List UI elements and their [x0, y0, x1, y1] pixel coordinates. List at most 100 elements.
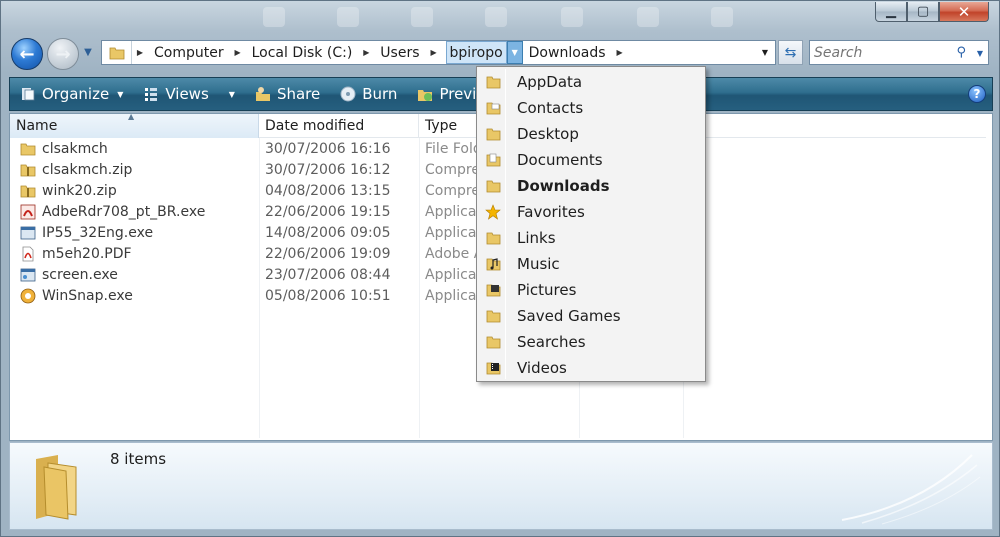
- breadcrumb-separator-icon[interactable]: ▶: [132, 41, 148, 64]
- breadcrumb-computer[interactable]: Computer: [148, 41, 230, 64]
- burn-label: Burn: [362, 85, 398, 103]
- breadcrumb-users[interactable]: Users: [374, 41, 425, 64]
- search-icon[interactable]: ⚲: [956, 45, 966, 60]
- column-header-name-label: Name: [16, 118, 58, 134]
- file-name: WinSnap.exe: [42, 287, 133, 304]
- menu-item-favorites[interactable]: Favorites: [479, 199, 703, 225]
- menu-item-label: Music: [517, 255, 560, 273]
- burn-disc-icon: [340, 86, 356, 102]
- file-date: 04/08/2006 13:15: [265, 182, 391, 199]
- titlebar-background-icons: [251, 5, 771, 31]
- breadcrumb-separator-icon[interactable]: ▶: [612, 41, 628, 64]
- breadcrumb-bpiropo[interactable]: bpiropo: [445, 41, 507, 64]
- caption-buttons: ▁ ▢ ✕: [875, 2, 989, 22]
- folder-icon: [486, 128, 501, 141]
- file-date: 05/08/2006 10:51: [265, 287, 391, 304]
- address-bar[interactable]: ▶ Computer ▶ Local Disk (C:) ▶ Users ▶ b…: [101, 40, 776, 65]
- views-button[interactable]: Views ▼: [133, 78, 245, 110]
- menu-item-label: Videos: [517, 359, 567, 377]
- forward-button[interactable]: →: [47, 38, 79, 70]
- menu-item-label: Links: [517, 229, 556, 247]
- menu-item-label: Saved Games: [517, 307, 621, 325]
- maximize-button[interactable]: ▢: [907, 2, 939, 22]
- item-count: 8 items: [110, 450, 167, 468]
- column-header-name[interactable]: ▲ Name: [10, 112, 259, 138]
- help-button[interactable]: ?: [968, 85, 986, 103]
- address-history-dropdown-icon[interactable]: ▼: [757, 41, 773, 64]
- search-dropdown-icon[interactable]: ▼: [977, 49, 983, 58]
- star-icon: [485, 204, 501, 220]
- share-button[interactable]: Share: [245, 78, 330, 110]
- breadcrumb-separator-icon[interactable]: ▶: [426, 41, 442, 64]
- menu-item-documents[interactable]: Documents: [479, 147, 703, 173]
- menu-item-appdata[interactable]: AppData: [479, 69, 703, 95]
- refresh-button[interactable]: ⇆: [778, 40, 803, 65]
- folder-icon: [486, 232, 501, 245]
- winsnap-icon: [20, 288, 36, 303]
- close-button[interactable]: ✕: [939, 2, 989, 22]
- breadcrumb-downloads[interactable]: Downloads: [523, 41, 612, 64]
- views-label: Views: [165, 85, 209, 103]
- previous-versions-icon: [418, 90, 433, 101]
- menu-item-music[interactable]: Music: [479, 251, 703, 277]
- file-name: screen.exe: [42, 266, 118, 283]
- recent-pages-button[interactable]: ▼: [81, 46, 95, 60]
- pdf-icon: [22, 246, 34, 261]
- decorative-swoosh: [841, 454, 981, 525]
- breadcrumb-dropdown-open-icon[interactable]: ▼: [506, 41, 523, 64]
- zip-folder-icon: [20, 185, 36, 197]
- column-header-tags[interactable]: [683, 114, 986, 138]
- minimize-button[interactable]: ▁: [875, 2, 907, 22]
- folder-icon: [486, 310, 501, 323]
- menu-item-label: Searches: [517, 333, 586, 351]
- folder-icon: [20, 143, 36, 155]
- exe-icon: [20, 226, 36, 239]
- menu-item-label: Favorites: [517, 203, 585, 221]
- menu-item-label: AppData: [517, 73, 583, 91]
- zip-folder-icon: [20, 164, 36, 176]
- folder-icon: [486, 336, 501, 349]
- menu-item-downloads[interactable]: Downloads: [479, 173, 703, 199]
- forward-arrow-icon: →: [55, 43, 71, 65]
- refresh-icon: ⇆: [784, 44, 797, 61]
- share-icon: [255, 87, 270, 101]
- contacts-folder-icon: [486, 102, 501, 115]
- breadcrumb-subfolder-menu: AppData Contacts Desktop Documents Downl…: [476, 66, 706, 382]
- explorer-window: ▁ ▢ ✕ ← → ▼ ▶ Computer ▶ Local Disk (C:)…: [0, 0, 1000, 537]
- column-header-date-modified[interactable]: Date modified: [259, 114, 419, 138]
- file-date: 22/06/2006 19:15: [265, 203, 391, 220]
- organize-button[interactable]: Organize ▼: [10, 78, 133, 110]
- large-folder-icon: [36, 455, 77, 520]
- menu-item-links[interactable]: Links: [479, 225, 703, 251]
- back-button[interactable]: ←: [11, 38, 43, 70]
- menu-item-label: Desktop: [517, 125, 579, 143]
- videos-folder-icon: [486, 362, 501, 375]
- chevron-down-icon: ▼: [228, 89, 235, 99]
- file-date: 22/06/2006 19:09: [265, 245, 391, 262]
- file-name: AdbeRdr708_pt_BR.exe: [42, 203, 206, 220]
- documents-folder-icon: [486, 153, 501, 167]
- breadcrumb-separator-icon[interactable]: ▶: [358, 41, 374, 64]
- menu-item-searches[interactable]: Searches: [479, 329, 703, 355]
- exe-icon: [20, 268, 36, 281]
- menu-item-videos[interactable]: Videos: [479, 355, 703, 381]
- search-box[interactable]: ⚲ ▼: [809, 40, 989, 65]
- menu-item-label: Pictures: [517, 281, 577, 299]
- menu-item-label: Documents: [517, 151, 603, 169]
- breadcrumb-local-disk[interactable]: Local Disk (C:): [246, 41, 359, 64]
- adobe-installer-icon: [20, 204, 36, 219]
- search-input[interactable]: [814, 44, 954, 61]
- organize-icon: [22, 88, 35, 101]
- menu-item-saved-games[interactable]: Saved Games: [479, 303, 703, 329]
- file-name: IP55_32Eng.exe: [42, 224, 154, 241]
- burn-button[interactable]: Burn: [330, 78, 407, 110]
- file-name: m5eh20.PDF: [42, 245, 132, 262]
- menu-item-pictures[interactable]: Pictures: [479, 277, 703, 303]
- menu-item-desktop[interactable]: Desktop: [479, 121, 703, 147]
- folder-icon: [486, 180, 501, 193]
- breadcrumb-separator-icon[interactable]: ▶: [230, 41, 246, 64]
- file-date: 14/08/2006 09:05: [265, 224, 391, 241]
- menu-item-label: Contacts: [517, 99, 584, 117]
- file-date: 23/07/2006 08:44: [265, 266, 391, 283]
- menu-item-contacts[interactable]: Contacts: [479, 95, 703, 121]
